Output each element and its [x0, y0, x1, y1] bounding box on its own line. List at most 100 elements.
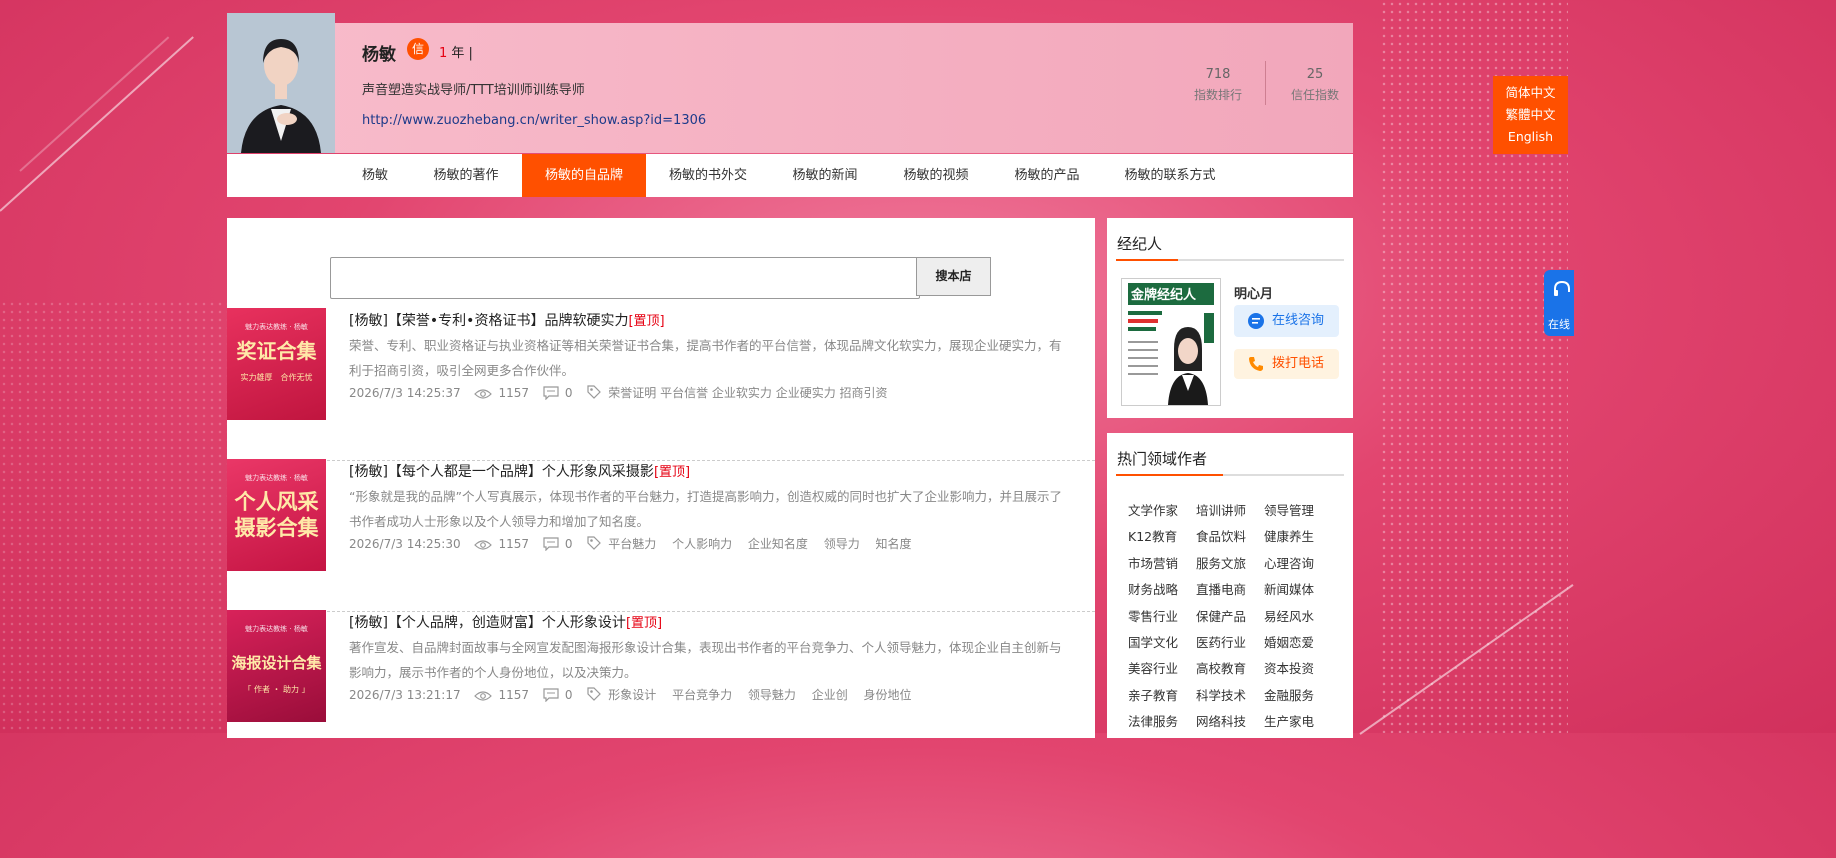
hot-field-tag[interactable]: 科学技术: [1196, 685, 1246, 704]
floating-consult-label: 在线: [1548, 318, 1570, 331]
hot-field-tag[interactable]: 资本投资: [1264, 658, 1314, 677]
hot-field-tag[interactable]: 保健产品: [1196, 606, 1246, 625]
comment-icon: [543, 386, 559, 401]
article-thumbnail[interactable]: 魅力表达教练 · 杨敏 奖证合集 实力雄厚 合作无忧: [227, 308, 326, 420]
article-meta: 2026/7/3 14:25:30 1157 0 平台魅力 个人影响力 企业知名…: [349, 535, 922, 552]
nav-item-contact[interactable]: 杨敏的联系方式: [1115, 154, 1225, 197]
article-views: 1157: [498, 688, 529, 702]
years-unit: 年 |: [451, 46, 473, 61]
tag-icon: [587, 385, 602, 399]
hot-section-title: 热门领域作者: [1117, 450, 1208, 468]
agent-card-image[interactable]: 金牌经纪人: [1121, 278, 1221, 406]
hot-field-tag[interactable]: 美容行业: [1128, 658, 1178, 677]
nav-item-brand[interactable]: 杨敏的自品牌: [522, 154, 646, 197]
years-number: 1: [439, 46, 448, 61]
article-meta: 2026/7/3 13:21:17 1157 0 形象设计 平台竞争力 领导魅力…: [349, 686, 922, 703]
hot-field-tag[interactable]: 金融服务: [1264, 685, 1314, 704]
article-item: 魅力表达教练 · 杨敏 个人风采 摄影合集 [杨敏]【每个人都是一个品牌】个人形…: [227, 459, 1095, 612]
agent-panel: 经纪人 金牌经纪人 明心月 在线咨询 拨打电话: [1107, 218, 1353, 418]
hot-field-tag[interactable]: 心理咨询: [1264, 553, 1314, 572]
hot-field-tag[interactable]: 食品饮料: [1196, 526, 1246, 545]
member-years: 1 年 |: [439, 42, 473, 61]
hot-field-tag[interactable]: 市场营销: [1128, 553, 1178, 572]
article-item: 魅力表达教练 · 杨敏 海报设计合集 「 作者 ・ 助力 」 [杨敏]【个人品牌…: [227, 610, 1095, 762]
thumb-caption: 魅力表达教练 · 杨敏: [245, 625, 308, 633]
hot-field-tag[interactable]: 财务战略: [1128, 579, 1178, 598]
author-header: 杨敏 信 1 年 | 声音塑造实战导师/TTT培训师训练导师 http://ww…: [227, 13, 1353, 153]
hot-field-tag[interactable]: 法律服务: [1128, 711, 1178, 730]
article-title-link[interactable]: [杨敏]【个人品牌，创造财富】个人形象设计[置顶]: [349, 612, 662, 632]
hot-field-tag[interactable]: 领导管理: [1264, 500, 1314, 519]
headset-icon: [1554, 280, 1570, 296]
hot-field-tag[interactable]: 生产家电: [1264, 711, 1314, 730]
hot-field-tag[interactable]: 医药行业: [1196, 632, 1246, 651]
author-url-link[interactable]: http://www.zuozhebang.cn/writer_show.asp…: [362, 113, 706, 128]
search-button[interactable]: 搜本店: [916, 257, 991, 296]
hot-field-tag[interactable]: K12教育: [1128, 526, 1177, 545]
stat-trust-label: 信任指数: [1290, 88, 1339, 102]
article-description: 著作宣发、自品牌封面故事与全网宣发配图海报形象设计合集，表现出书作者的平台竞争力…: [349, 640, 1062, 680]
article-title-link[interactable]: [杨敏]【每个人都是一个品牌】个人形象风采摄影[置顶]: [349, 461, 690, 481]
article-thumbnail[interactable]: 魅力表达教练 · 杨敏 个人风采 摄影合集: [227, 459, 326, 571]
hot-field-tag[interactable]: 新闻媒体: [1264, 579, 1314, 598]
article-title: [杨敏]【每个人都是一个品牌】个人形象风采摄影: [349, 464, 654, 480]
search-input[interactable]: [330, 257, 920, 299]
article-tags[interactable]: 形象设计 平台竞争力 领导魅力 企业创 身份地位: [608, 688, 911, 702]
thumb-subtitle: 「 作者 ・ 助力 」: [243, 685, 310, 694]
nav-item-videos[interactable]: 杨敏的视频: [894, 154, 978, 197]
nav-item-diplomacy[interactable]: 杨敏的书外交: [659, 154, 757, 197]
stat-divider: [1265, 61, 1266, 105]
hot-field-tag[interactable]: 零售行业: [1128, 606, 1178, 625]
article-tags[interactable]: 平台魅力 个人影响力 企业知名度 领导力 知名度: [608, 537, 911, 551]
article-item: 魅力表达教练 · 杨敏 奖证合集 实力雄厚 合作无忧 [杨敏]【荣誉•专利•资格…: [227, 308, 1095, 461]
pinned-label: [置顶]: [628, 314, 665, 329]
lang-english[interactable]: English: [1493, 126, 1568, 148]
article-title-link[interactable]: [杨敏]【荣誉•专利•资格证书】品牌软硬实力[置顶]: [349, 310, 665, 330]
hot-field-tag[interactable]: 直播电商: [1196, 579, 1246, 598]
agent-name: 明心月: [1234, 287, 1274, 302]
nav-item-home[interactable]: 杨敏: [349, 154, 401, 197]
hot-field-tag[interactable]: 培训讲师: [1196, 500, 1246, 519]
stat-trust: 25 信任指数: [1289, 67, 1341, 103]
lang-traditional[interactable]: 繁體中文: [1493, 104, 1568, 126]
lang-simplified[interactable]: 简体中文: [1493, 82, 1568, 104]
hot-field-tag[interactable]: 网络科技: [1196, 711, 1246, 730]
hot-field-tag[interactable]: 服务文旅: [1196, 553, 1246, 572]
author-intro: 声音塑造实战导师/TTT培训师训练导师: [362, 83, 585, 98]
call-button[interactable]: 拨打电话: [1234, 349, 1339, 379]
hot-field-tag[interactable]: 健康养生: [1264, 526, 1314, 545]
background-dots: [0, 300, 227, 733]
article-views: 1157: [498, 537, 529, 551]
section-underline: [1116, 474, 1344, 476]
pinned-label: [置顶]: [653, 465, 691, 480]
article-tags[interactable]: 荣誉证明 平台信誉 企业软实力 企业硬实力 招商引资: [608, 386, 887, 400]
article-comments: 0: [564, 386, 573, 400]
article-date: 2026/7/3 14:25:37: [349, 386, 461, 400]
hot-field-tag[interactable]: 高校教育: [1196, 658, 1246, 677]
online-consult-label: 在线咨询: [1272, 313, 1325, 328]
article-thumbnail[interactable]: 魅力表达教练 · 杨敏 海报设计合集 「 作者 ・ 助力 」: [227, 610, 326, 722]
nav-item-works[interactable]: 杨敏的著作: [423, 154, 509, 197]
author-avatar[interactable]: [227, 13, 335, 153]
hot-field-tag[interactable]: 文学作家: [1128, 500, 1178, 519]
eye-icon: [474, 691, 493, 701]
agent-section-title: 经纪人: [1117, 235, 1163, 253]
eye-icon: [474, 389, 493, 399]
background-streak: [19, 36, 170, 172]
hot-field-tag[interactable]: 国学文化: [1128, 632, 1178, 651]
floating-consult-button[interactable]: 在线: [1544, 270, 1574, 336]
article-date: 2026/7/3 13:21:17: [349, 688, 461, 702]
hot-field-tag[interactable]: 亲子教育: [1128, 685, 1178, 704]
credit-badge: 信: [407, 38, 429, 60]
article-date: 2026/7/3 14:25:30: [349, 537, 461, 551]
online-consult-button[interactable]: 在线咨询: [1234, 305, 1339, 337]
thumb-caption: 魅力表达教练 · 杨敏: [245, 474, 308, 482]
chat-icon: [1248, 313, 1264, 329]
article-comments: 0: [564, 688, 573, 702]
hot-field-tag[interactable]: 易经风水: [1264, 606, 1314, 625]
hot-field-tag[interactable]: 婚姻恋爱: [1264, 632, 1314, 651]
article-title: [杨敏]【荣誉•专利•资格证书】品牌软硬实力: [349, 313, 629, 329]
nav-item-products[interactable]: 杨敏的产品: [1005, 154, 1089, 197]
nav-item-news[interactable]: 杨敏的新闻: [783, 154, 867, 197]
thumb-subtitle: 实力雄厚 合作无忧: [240, 373, 313, 382]
